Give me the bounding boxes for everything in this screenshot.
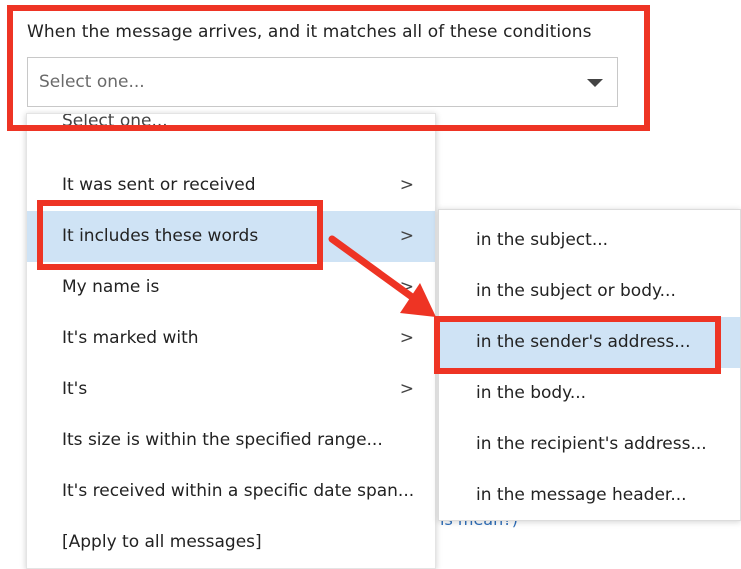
menu-item-its[interactable]: It's > [27, 364, 435, 415]
submenu-item-label: in the subject or body... [476, 281, 676, 301]
menu-item-date-span[interactable]: It's received within a specific date spa… [27, 466, 435, 517]
submenu-item-recipient-address[interactable]: in the recipient's address... [439, 419, 740, 470]
submenu-item-label: in the message header... [476, 485, 687, 505]
menu-item-label: My name is [62, 277, 160, 297]
submenu-item-label: in the body... [476, 383, 587, 403]
menu-item-size-range[interactable]: Its size is within the specified range..… [27, 415, 435, 466]
submenu-item-body[interactable]: in the body... [439, 368, 740, 419]
menu-item-label: It's marked with [62, 328, 199, 348]
menu-item-label: It was sent or received [62, 175, 256, 195]
submenu-item-label: in the subject... [476, 230, 609, 250]
menu-item-apply-all[interactable]: [Apply to all messages] [27, 517, 435, 568]
annotation-box-sender-address [434, 316, 721, 374]
annotation-box-includes-words [37, 200, 323, 270]
menu-item-label: Its size is within the specified range..… [62, 430, 383, 450]
condition-menu: Select one... It was sent or received > … [26, 113, 436, 569]
submenu-item-subject[interactable]: in the subject... [439, 215, 740, 266]
annotation-box-condition [7, 5, 650, 131]
submenu-item-message-header[interactable]: in the message header... [439, 470, 740, 521]
menu-item-label: It's received within a specific date spa… [62, 481, 415, 501]
menu-item-label: [Apply to all messages] [62, 532, 262, 552]
menu-item-label: It's [62, 379, 88, 399]
submenu-item-subject-or-body[interactable]: in the subject or body... [439, 266, 740, 317]
submenu-item-label: in the recipient's address... [476, 434, 707, 454]
chevron-right-icon: > [399, 175, 414, 195]
annotation-arrow-icon [328, 235, 436, 317]
chevron-right-icon: > [399, 379, 414, 399]
